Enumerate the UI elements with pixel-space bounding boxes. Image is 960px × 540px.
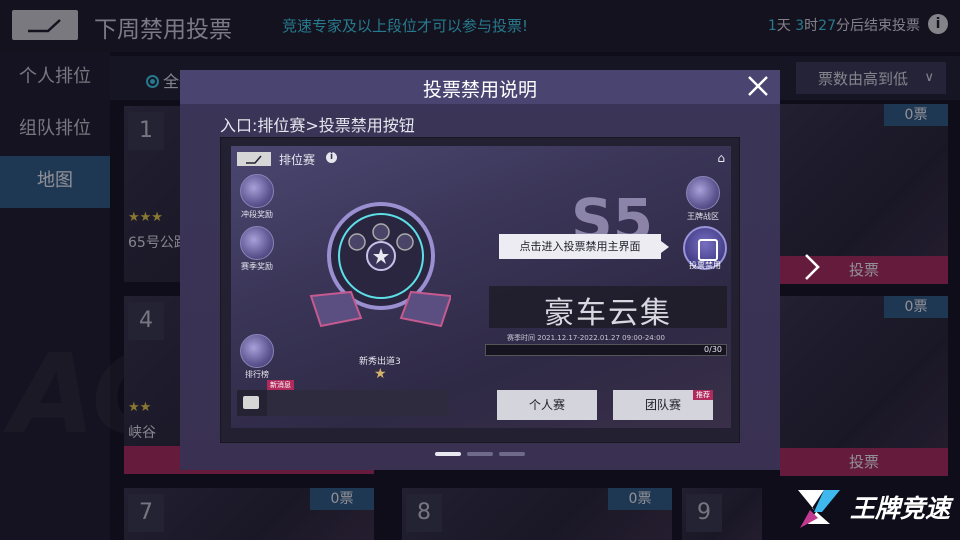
preview-chat-bar xyxy=(237,390,449,416)
preview-vote-ban-button: 投票禁用 xyxy=(679,226,731,271)
season-time-label: 赛季时间 xyxy=(507,334,535,342)
season-name: 豪车云集 xyxy=(544,296,672,331)
season-progress-bar: 0/30 xyxy=(485,344,727,356)
preview-season-reward: 赛季奖励 xyxy=(237,226,277,272)
rank-star-icon: ★ xyxy=(374,366,387,382)
preview-icon-label: 冲段奖励 xyxy=(241,210,273,219)
next-page-arrow-icon[interactable] xyxy=(800,252,824,282)
preview-icon-label: 排行榜 xyxy=(245,370,269,379)
recommended-tag: 推荐 xyxy=(693,390,713,400)
preview-ace-zone: 王牌战区 xyxy=(683,176,723,222)
preview-vote-ban-label: 投票禁用 xyxy=(689,261,721,270)
reward-chest-icon xyxy=(240,226,274,260)
preview-back-button xyxy=(237,152,271,166)
tutorial-screenshot: 排位赛 i ⌂ 冲段奖励 赛季奖励 排行榜 王牌战区 新秀出道3 ★ S5 豪车… xyxy=(220,137,740,443)
game-logo-text: 王牌竞速 xyxy=(849,494,950,523)
helmet-icon xyxy=(686,176,720,210)
back-arrow-icon xyxy=(246,155,262,164)
page-dot-1[interactable] xyxy=(435,452,461,456)
preview-team-race-button: 团队赛 推荐 xyxy=(613,390,713,420)
home-icon: ⌂ xyxy=(717,151,725,165)
close-icon[interactable] xyxy=(744,72,772,100)
page-indicator xyxy=(180,452,780,456)
new-message-tag: 新消息 xyxy=(267,380,294,390)
preview-icon-label: 赛季奖励 xyxy=(241,262,273,271)
info-icon: i xyxy=(326,152,337,163)
season-time: 赛季时间 2021.12.17-2022.01.27 09:00-24:00 xyxy=(507,333,665,343)
preview-chat-field xyxy=(267,390,449,416)
preview-icon-label: 王牌战区 xyxy=(687,212,719,221)
vote-ban-tooltip: 点击进入投票禁用主界面 xyxy=(499,234,669,259)
rank-emblem-steering-wheel-icon xyxy=(309,202,451,328)
cup-icon xyxy=(240,334,274,368)
ranked-screen-preview: 排位赛 i ⌂ 冲段奖励 赛季奖励 排行榜 王牌战区 新秀出道3 ★ S5 豪车… xyxy=(231,146,731,428)
dialog-header: 投票禁用说明 xyxy=(180,70,780,104)
preview-rank-up-reward: 冲段奖励 xyxy=(237,174,277,220)
page-dot-2[interactable] xyxy=(467,452,493,456)
preview-solo-race-button: 个人赛 xyxy=(497,390,597,420)
preview-screen-title: 排位赛 xyxy=(279,153,316,167)
trophy-car-icon xyxy=(240,174,274,208)
season-name-box: 豪车云集 xyxy=(489,286,727,331)
chat-icon xyxy=(243,396,259,409)
game-logo: 王牌竞速 xyxy=(794,484,950,530)
game-logo-icon xyxy=(797,490,840,528)
season-time-range: 2021.12.17-2022.01.27 09:00-24:00 xyxy=(537,334,666,342)
preview-team-race-label: 团队赛 xyxy=(644,398,681,412)
preview-leaderboard: 排行榜 xyxy=(237,334,277,380)
entry-path-text: 入口:排位赛>投票禁用按钮 xyxy=(220,116,415,135)
season-progress-label: 0/30 xyxy=(704,345,722,354)
page-dot-3[interactable] xyxy=(499,452,525,456)
dialog-title: 投票禁用说明 xyxy=(422,79,537,101)
vote-ban-instructions-dialog: 投票禁用说明 入口:排位赛>投票禁用按钮 排位赛 i ⌂ 冲段奖励 赛季奖励 排… xyxy=(180,70,780,470)
